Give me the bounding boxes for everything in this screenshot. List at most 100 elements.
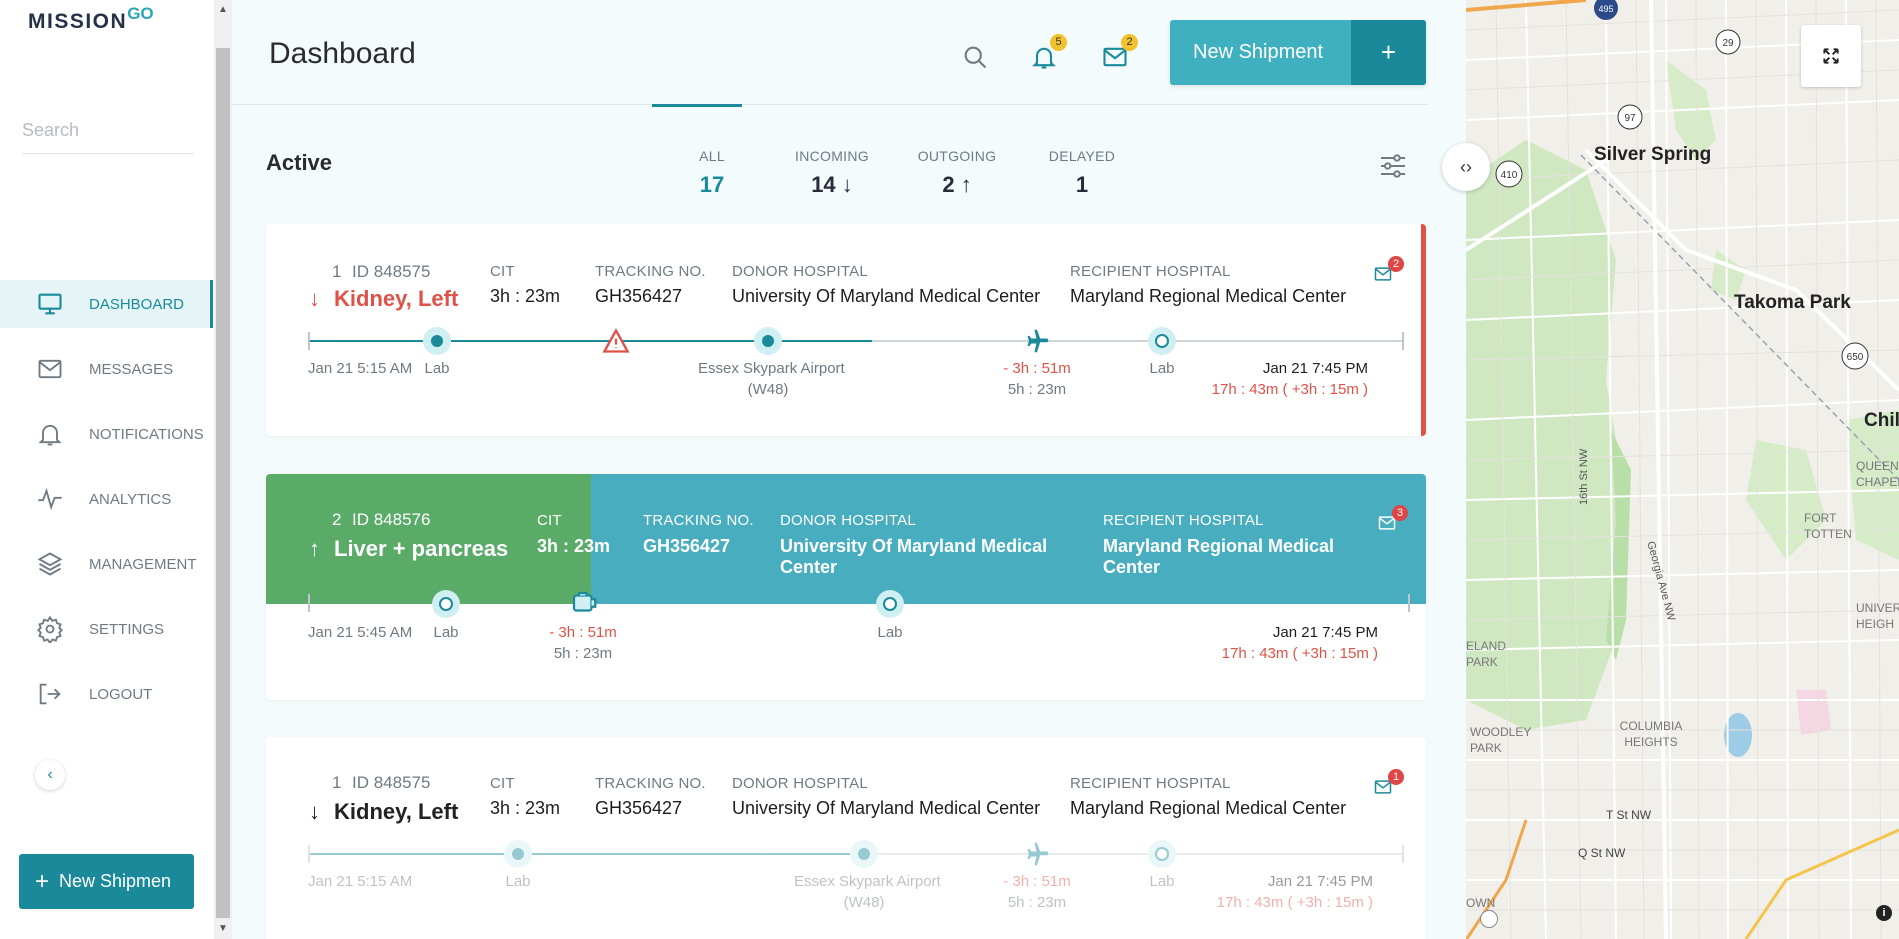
stop-code: (W48) (747, 381, 789, 398)
sidebar-item-notifications[interactable]: NOTIFICATIONS (0, 410, 213, 458)
sidebar-item-settings[interactable]: SETTINGS (0, 605, 213, 653)
timeline-start-tick (308, 594, 310, 612)
sidebar-item-label: MESSAGES (89, 360, 174, 378)
new-shipment-button[interactable]: New Shipment + (1170, 20, 1426, 85)
map-fullscreen-button[interactable] (1801, 25, 1861, 87)
cit-label: CIT (537, 512, 562, 529)
expand-icon (1823, 48, 1839, 64)
location-icon[interactable] (1480, 910, 1498, 928)
info-icon[interactable]: i (1876, 905, 1892, 921)
airplane-icon[interactable] (1022, 839, 1052, 869)
shipment-number: 1 (332, 262, 342, 281)
stop-dot[interactable] (754, 327, 782, 355)
map-canvas: 495 29 97 410 650 (1466, 0, 1899, 939)
stop-dot[interactable] (504, 840, 532, 868)
filter-outgoing[interactable]: OUTGOING 2 ↑ (907, 148, 1007, 198)
recipient-label: RECIPIENT HOSPITAL (1070, 263, 1231, 280)
sidebar-scrollbar[interactable]: ▲ ▼ (214, 0, 232, 939)
map-label: UNIVER HEIGH (1856, 601, 1899, 631)
chevron-left-icon: ‹ (47, 766, 53, 783)
timeline-end-tick (1408, 594, 1410, 612)
stop-label: Essex Skypark Airport (698, 360, 845, 377)
stop-ring[interactable] (1148, 840, 1176, 868)
shipment-card[interactable]: 2 ID 848576 ↑ Liver + pancreas CIT 3h : … (266, 474, 1426, 700)
recipient-value: Maryland Regional Medical Center (1103, 536, 1335, 577)
vehicle-icon[interactable] (569, 588, 599, 618)
collapse-sidebar-button[interactable]: ‹ (35, 760, 65, 790)
sidebar-new-shipment-button[interactable]: + New Shipmen (19, 854, 194, 909)
stop-ring[interactable] (1148, 327, 1176, 355)
logo-sup-text: GO (127, 4, 154, 23)
shipment-card[interactable]: 1 ID 848575 ↓ Kidney, Left CIT 3h : 23m … (266, 224, 1426, 436)
map-label: 16th St NW (1578, 448, 1590, 505)
end-time: Jan 21 7:45 PM (1262, 360, 1368, 377)
filter-count: 14 (811, 172, 836, 197)
cit-value: 3h : 23m (490, 286, 561, 306)
stop-ring[interactable] (876, 590, 904, 618)
drive-duration: 5h : 23m (553, 645, 613, 662)
filter-all[interactable]: ALL 17 (672, 148, 752, 198)
code-brackets-icon: ‹› (1460, 156, 1472, 177)
search-icon[interactable] (958, 40, 992, 74)
stop-dot[interactable] (423, 327, 451, 355)
shield-label: 495 (1598, 4, 1613, 14)
organ-name: Liver + pancreas (334, 536, 509, 561)
tracking-label: TRACKING NO. (595, 775, 706, 792)
card-messages-button[interactable]: 1 (1372, 769, 1404, 799)
tracking-value: GH356427 (595, 798, 683, 818)
scrollbar-thumb[interactable] (216, 48, 230, 918)
timeline-progress (308, 853, 872, 855)
shipment-number: 1 (332, 773, 342, 792)
donor-label: DONOR HOSPITAL (780, 512, 916, 529)
scroll-up-arrow[interactable]: ▲ (214, 2, 232, 18)
logo[interactable]: MISSIONGO (28, 4, 154, 34)
stop-ring[interactable] (432, 590, 460, 618)
map[interactable]: 495 29 97 410 650 Silver Spring Takoma P… (1466, 0, 1899, 939)
filter-label: OUTGOING (917, 148, 997, 164)
airplane-icon[interactable] (1022, 326, 1052, 356)
page-title: Dashboard (269, 37, 416, 70)
logout-icon (33, 679, 67, 709)
notifications-badge: 5 (1050, 34, 1067, 51)
sidebar-item-management[interactable]: MANAGEMENT (0, 540, 213, 588)
sidebar-item-analytics[interactable]: ANALYTICS (0, 475, 213, 523)
recipient-value: Maryland Regional Medical Center (1070, 286, 1347, 306)
flight-duration: 5h : 23m (1007, 381, 1067, 398)
sidebar-item-logout[interactable]: LOGOUT (0, 670, 213, 718)
sidebar-item-messages[interactable]: MESSAGES (0, 345, 213, 393)
warning-icon[interactable] (602, 327, 630, 355)
map-toggle-button[interactable]: ‹› (1442, 143, 1490, 191)
filter-delayed[interactable]: DELAYED 1 (1037, 148, 1127, 198)
card-messages-button[interactable]: 2 (1372, 256, 1404, 286)
donor-value: University Of Maryland Medical Center (732, 286, 1041, 306)
sidebar-item-dashboard[interactable]: DASHBOARD (0, 280, 213, 328)
card-messages-button[interactable]: 3 (1376, 505, 1408, 535)
search-input[interactable] (22, 108, 194, 154)
pulse-icon (33, 484, 67, 514)
donor-value: University Of Maryland Medical Center (732, 798, 1041, 818)
filter-count: 17 (699, 172, 725, 197)
timeline-end-tick (1402, 845, 1404, 863)
end-detail: 17h : 43m ( +3h : 15m ) (1221, 645, 1378, 662)
scroll-down-arrow[interactable]: ▼ (214, 921, 232, 937)
active-section-title: Active (266, 150, 333, 175)
shipment-card[interactable]: 1 ID 848575 ↓ Kidney, Left CIT 3h : 23m … (266, 737, 1426, 939)
sidebar-new-shipment-label: New Shipmen (59, 871, 172, 891)
timeline-end-tick (1402, 332, 1404, 350)
start-time: Jan 21 5:45 AM (308, 624, 413, 641)
map-label: T St NW (1606, 808, 1652, 822)
filter-settings-icon[interactable] (1377, 150, 1409, 182)
messages-header-icon[interactable]: 2 (1098, 34, 1138, 74)
map-label: OWN (1466, 896, 1496, 910)
flight-delay: - 3h : 51m (1003, 873, 1071, 890)
flight-delay: - 3h : 51m (1003, 360, 1071, 377)
filter-incoming[interactable]: INCOMING 14 ↓ (782, 148, 882, 198)
shield-label: 410 (1501, 170, 1518, 181)
stop-dot[interactable] (850, 840, 878, 868)
tracking-value: GH356427 (595, 286, 683, 306)
cit-label: CIT (490, 263, 515, 280)
end-detail: 17h : 43m ( +3h : 15m ) (1211, 381, 1368, 398)
sidebar-item-label: MANAGEMENT (89, 555, 197, 573)
filter-count: 2 (942, 172, 955, 197)
notifications-bell[interactable]: 5 (1027, 34, 1067, 74)
